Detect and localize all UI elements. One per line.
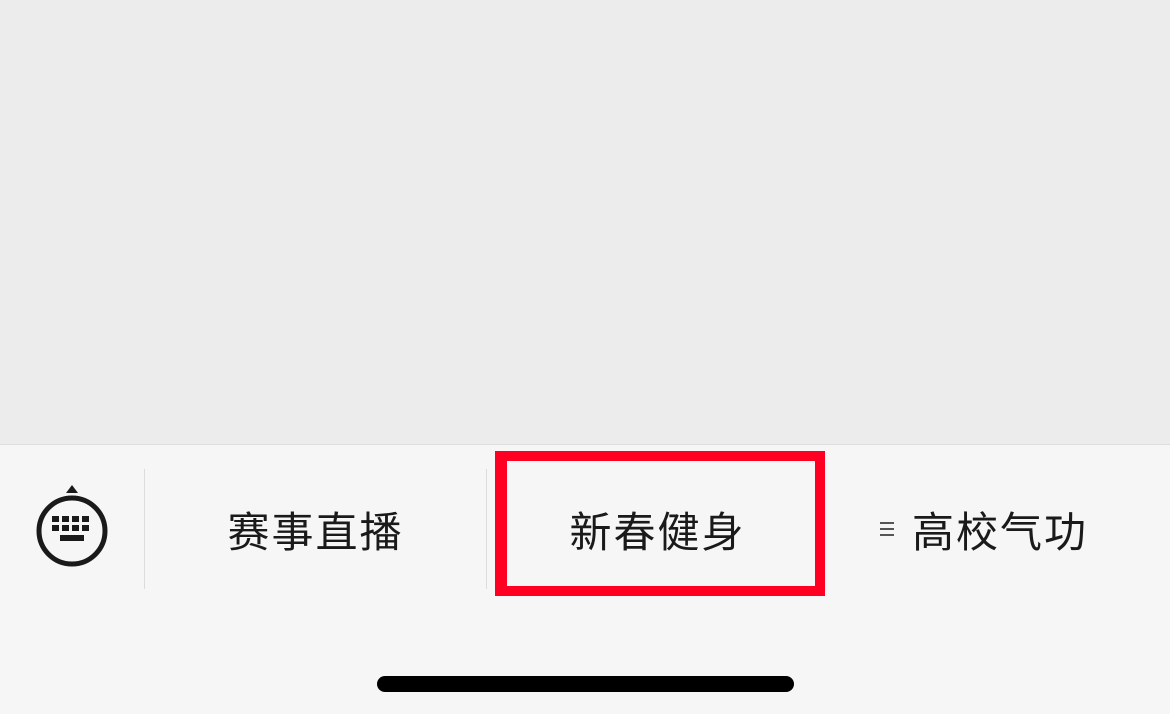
keyboard-icon: [36, 485, 108, 567]
menu-item-label: 高校气功: [912, 507, 1089, 557]
custom-menu-bar: 赛事直播 新春健身 高校气功: [0, 444, 1170, 714]
menu-item-label: 新春健身: [569, 507, 746, 557]
menu-item-spring-fitness[interactable]: 新春健身: [487, 469, 828, 589]
menu-item-college-qigong[interactable]: 高校气功: [880, 469, 1140, 589]
keyboard-toggle-button[interactable]: [34, 485, 110, 571]
menu-item-live-events[interactable]: 赛事直播: [145, 469, 486, 589]
menu-lines-icon: [880, 521, 894, 537]
menu-item-label: 赛事直播: [227, 507, 404, 557]
home-indicator[interactable]: [377, 676, 794, 692]
content-area: [0, 0, 1170, 444]
